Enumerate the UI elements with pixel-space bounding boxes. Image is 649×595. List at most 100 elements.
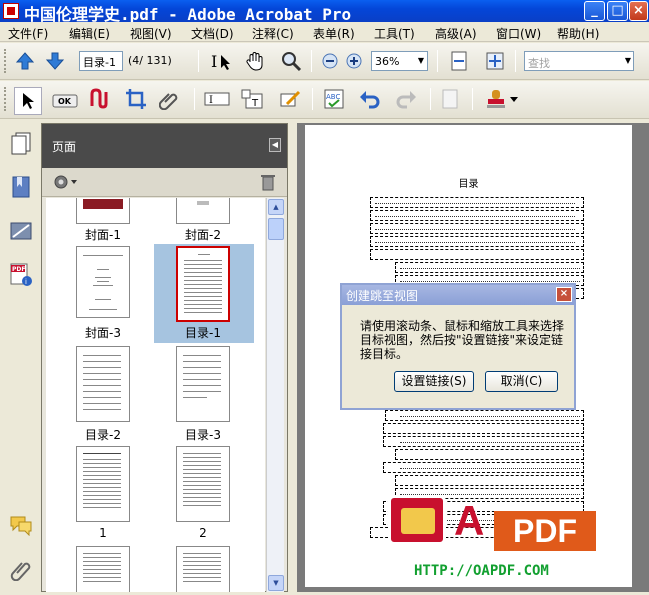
previous-page-icon[interactable] (13, 49, 37, 73)
menu-view[interactable]: 视图(V) (130, 25, 172, 42)
thumbnail-label: 封面-3 (85, 326, 121, 340)
select-text-icon[interactable]: I (208, 49, 232, 73)
button-tool-icon[interactable]: OK (51, 89, 79, 113)
fit-width-icon[interactable] (447, 49, 471, 73)
pdf-layers-icon[interactable]: PDF i (8, 262, 34, 288)
acrobat-app-icon (3, 3, 19, 19)
undo-icon[interactable] (358, 87, 382, 111)
scroll-down-icon[interactable]: ▼ (268, 575, 284, 591)
page-count: (4/ 131) (128, 54, 172, 67)
next-page-icon[interactable] (43, 49, 67, 73)
text-field-tool-icon[interactable]: I (204, 87, 230, 111)
toolbar-grip[interactable] (4, 49, 7, 73)
watermark-logo-icon (388, 495, 446, 545)
tools-toolbar: OK I T ABC (0, 81, 649, 119)
signatures-icon[interactable] (8, 218, 34, 244)
thumbnail-scrollbar[interactable]: ▲ ▼ (266, 198, 284, 592)
watermark-brand: PDF (494, 511, 596, 551)
svg-text:OK: OK (58, 97, 72, 106)
set-link-button[interactable]: 设置链接(S) (394, 371, 474, 392)
select-object-icon[interactable] (14, 87, 42, 115)
thumbnail-list: 封面-1 封面-2 封面-3 目录-1 目录-2 目录-3 1 2 (46, 198, 265, 592)
dialog-message: 请使用滚动条、鼠标和缩放工具来选择目标视图，然后按"设置链接"来设定链接目标。 (360, 319, 565, 361)
hand-tool-icon[interactable] (243, 49, 267, 73)
menu-document[interactable]: 文档(D) (191, 25, 234, 42)
pages-panel-icon[interactable] (8, 130, 34, 156)
form-edit-icon[interactable] (278, 87, 302, 111)
menu-window[interactable]: 窗口(W) (496, 25, 541, 42)
spell-check-icon[interactable]: ABC (322, 87, 346, 111)
collapse-panel-button[interactable]: ◀ (269, 138, 281, 152)
watermark-url: HTTP://OAPDF.COM (414, 563, 549, 579)
thumbnail-label: 封面-2 (185, 228, 221, 242)
zoom-out-icon[interactable] (318, 49, 342, 73)
svg-text:I: I (211, 52, 217, 71)
bookmarks-icon[interactable] (8, 174, 34, 200)
title-bar: 中国伦理学史.pdf - Adobe Acrobat Pro _ □ × (0, 0, 649, 24)
navigation-pane-strip: PDF i (0, 120, 40, 595)
redo-icon (394, 87, 418, 111)
page-thumbnail[interactable] (176, 446, 230, 522)
menu-edit[interactable]: 编辑(E) (69, 25, 110, 42)
page-thumbnail[interactable] (76, 346, 130, 422)
svg-text:i: i (25, 278, 27, 286)
search-input[interactable]: 查找 ▼ (524, 51, 634, 71)
page-thumbnail[interactable] (76, 546, 130, 592)
menu-tools[interactable]: 工具(T) (374, 25, 415, 42)
chevron-down-icon[interactable]: ▼ (625, 53, 631, 69)
oapdf-watermark: A PDF HTTP://OAPDF.COM (388, 495, 598, 585)
cancel-button[interactable]: 取消(C) (485, 371, 558, 392)
delete-trash-icon[interactable] (260, 173, 276, 194)
thumbnail-label: 目录-2 (85, 428, 121, 442)
menu-comments[interactable]: 注释(C) (252, 25, 294, 42)
pages-panel-toolbar (42, 168, 287, 197)
toc-heading: 目录 (458, 179, 479, 190)
link-tool-icon[interactable] (88, 87, 112, 111)
panel-splitter[interactable] (288, 123, 296, 592)
menu-help[interactable]: 帮助(H) (557, 25, 599, 42)
menu-advanced[interactable]: 高级(A) (435, 25, 477, 42)
zoom-in-icon[interactable] (342, 49, 366, 73)
thumbnail-label: 2 (199, 526, 207, 540)
page-thumbnail[interactable] (76, 246, 130, 318)
page-thumbnail[interactable] (176, 346, 230, 422)
pages-panel-title: 页面 (52, 140, 77, 154)
zoom-level-select[interactable]: 36% ▼ (371, 51, 428, 71)
document-icon (438, 87, 462, 111)
page-thumbnail[interactable] (176, 546, 230, 592)
chevron-down-icon[interactable]: ▼ (416, 53, 426, 69)
touchup-text-icon[interactable]: T (240, 87, 266, 111)
pages-panel: 页面 ◀ 封面-1 封面-2 封面-3 目录-1 目录-2 目录-3 1 2 ▲… (41, 123, 288, 592)
crop-tool-icon[interactable] (124, 87, 148, 111)
scroll-up-icon[interactable]: ▲ (268, 199, 284, 215)
close-window-button[interactable]: × (629, 1, 648, 21)
toolbar-grip[interactable] (4, 87, 7, 111)
svg-text:PDF: PDF (12, 266, 25, 273)
page-thumbnail-selected[interactable] (176, 246, 230, 322)
zoom-tool-icon[interactable] (279, 49, 303, 73)
chevron-down-icon[interactable] (508, 87, 520, 111)
dialog-close-icon[interactable]: × (556, 287, 572, 302)
comments-icon[interactable] (8, 512, 34, 538)
scrollbar-thumb[interactable] (268, 218, 284, 240)
options-gear-icon[interactable] (52, 173, 78, 194)
pages-panel-header: 页面 ◀ (42, 124, 287, 168)
create-go-to-view-dialog: 创建跳至视图 × 请使用滚动条、鼠标和缩放工具来选择目标视图，然后按"设置链接"… (340, 283, 576, 410)
page-number-input[interactable]: 目录-1 (79, 51, 123, 71)
attachments-icon[interactable] (8, 556, 34, 582)
stamp-tool-icon[interactable] (484, 87, 508, 111)
dialog-title[interactable]: 创建跳至视图 (342, 285, 574, 305)
menu-file[interactable]: 文件(F) (8, 25, 48, 42)
page-thumbnail[interactable] (176, 198, 230, 224)
thumbnail-label: 1 (99, 526, 107, 540)
menu-forms[interactable]: 表单(R) (313, 25, 355, 42)
menu-bar: 文件(F) 编辑(E) 视图(V) 文档(D) 注释(C) 表单(R) 工具(T… (0, 22, 649, 42)
attach-tool-icon[interactable] (158, 87, 182, 111)
maximize-button[interactable]: □ (607, 1, 628, 21)
page-thumbnail[interactable] (76, 198, 130, 224)
fit-page-icon[interactable] (483, 49, 507, 73)
page-thumbnail[interactable] (76, 446, 130, 522)
thumbnail-label: 目录-3 (185, 428, 221, 442)
minimize-button[interactable]: _ (584, 1, 605, 21)
thumbnail-label: 目录-1 (185, 326, 221, 340)
